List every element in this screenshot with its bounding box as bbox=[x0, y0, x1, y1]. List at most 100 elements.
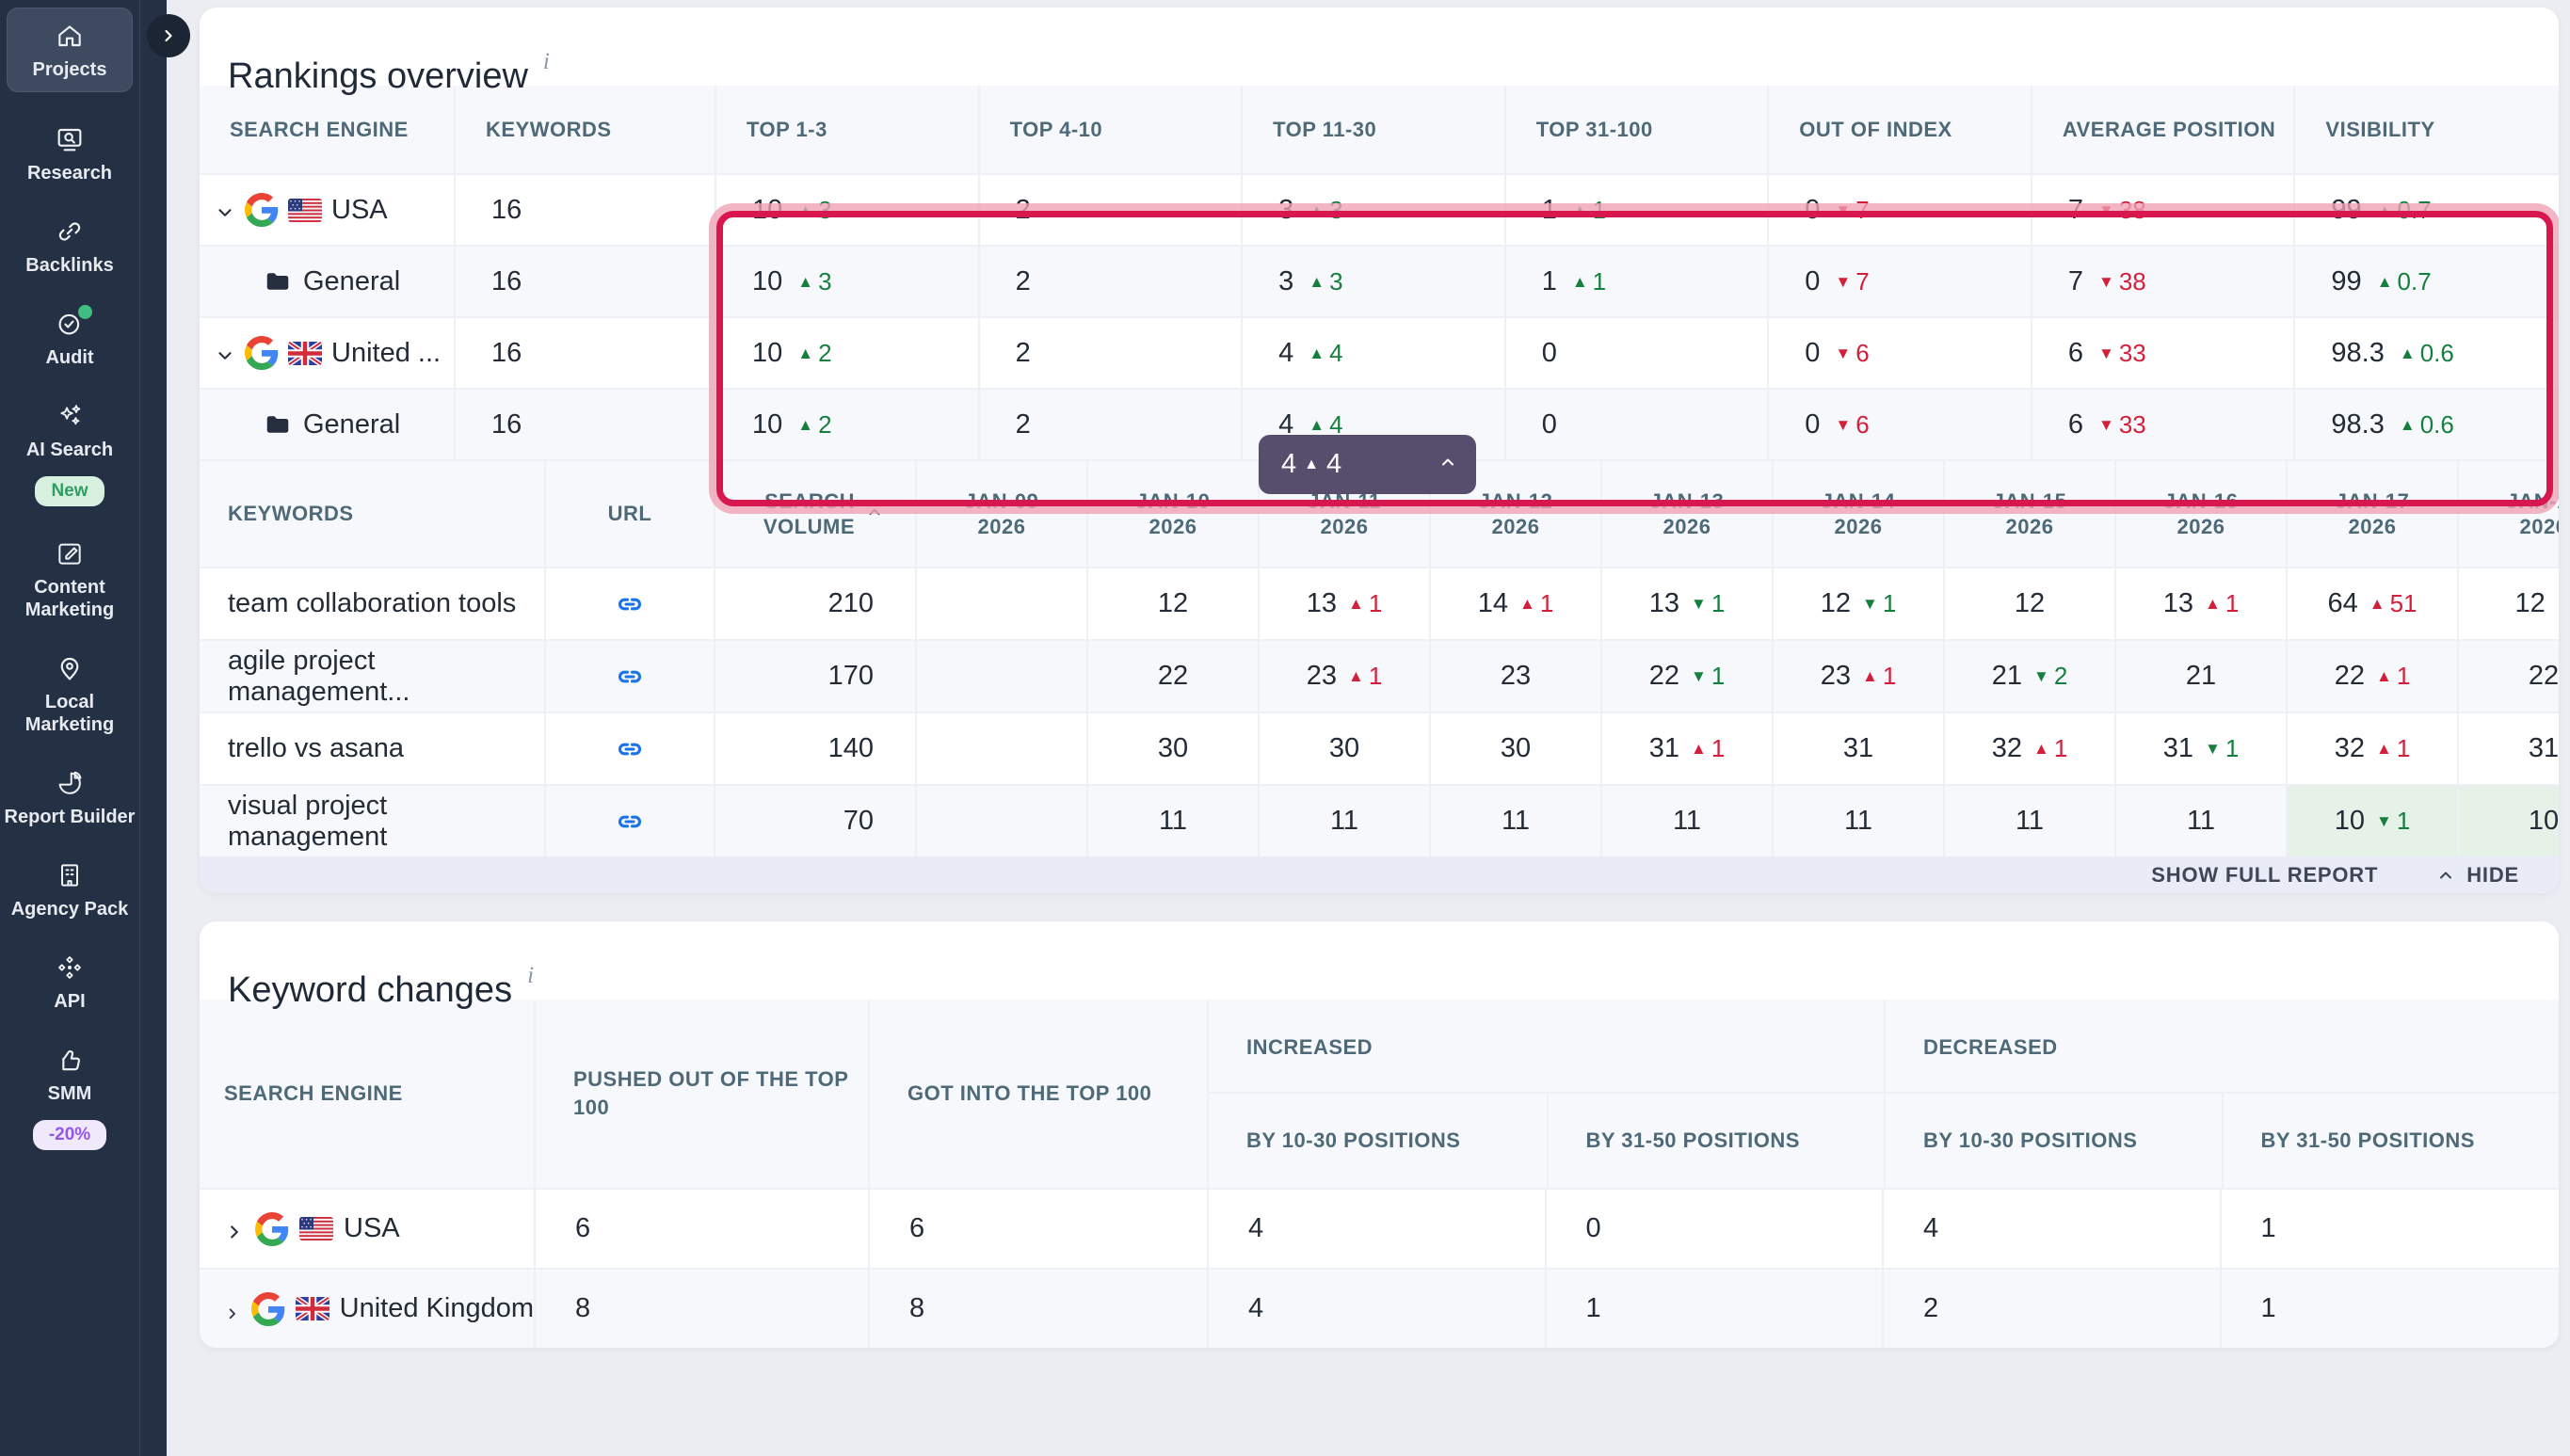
value-cell: 6▼33 bbox=[2032, 318, 2296, 388]
sidebar-item-projects[interactable]: Projects bbox=[7, 8, 133, 92]
keyword-row[interactable]: agile project management...1702223▲12322… bbox=[200, 639, 2559, 712]
chevron-down-icon[interactable] bbox=[215, 343, 235, 363]
keyword-name: team collaboration tools bbox=[228, 588, 516, 619]
sub-column-header: BY 31-50 POSITIONS bbox=[1547, 1094, 1885, 1188]
info-icon[interactable]: i bbox=[527, 963, 534, 988]
position-cell: 11 bbox=[1774, 786, 1945, 856]
changes-value-cell: 8 bbox=[870, 1270, 1209, 1348]
sidebar-item-label: Agency Pack bbox=[11, 898, 129, 920]
cell-value: 7 bbox=[2068, 266, 2083, 297]
show-full-report-button[interactable]: SHOW FULL REPORT bbox=[2145, 862, 2384, 888]
rankings-row[interactable]: General1610▲323▲31▲10▼77▼3899▲0.7 bbox=[200, 245, 2559, 316]
google-icon bbox=[255, 1212, 289, 1246]
cell-value: 10 bbox=[752, 338, 782, 369]
cell-value: 23 bbox=[1821, 661, 1851, 692]
search-engine-label: United Kingdom bbox=[340, 1293, 534, 1324]
cell-value: 140 bbox=[828, 733, 874, 764]
triangle-up-icon: ▲ bbox=[1348, 668, 1364, 684]
cell-value: 10 bbox=[2529, 806, 2559, 837]
position-delta: ▲3 bbox=[1309, 267, 1342, 296]
chevron-right-icon[interactable] bbox=[224, 1219, 245, 1240]
position-cell: 11 bbox=[1602, 786, 1774, 856]
link-icon[interactable] bbox=[614, 661, 646, 693]
search-volume-column-header[interactable]: SEARCHVOLUME bbox=[715, 461, 917, 567]
info-icon[interactable]: i bbox=[543, 49, 550, 74]
sidebar-item-label: Content Marketing bbox=[4, 576, 136, 621]
hide-button[interactable]: HIDE bbox=[2431, 862, 2525, 888]
triangle-down-icon: ▼ bbox=[2557, 596, 2559, 612]
position-delta: ▲2 bbox=[797, 410, 831, 440]
position-change-popup[interactable]: 4▲4 bbox=[1259, 435, 1476, 494]
delta-value: 1 bbox=[2054, 734, 2067, 763]
sidebar-item-api[interactable]: API bbox=[4, 952, 136, 1013]
cell-value: 98.3 bbox=[2331, 338, 2384, 369]
sidebar-item-content-marketing[interactable]: Content Marketing bbox=[4, 538, 136, 621]
delta-value: 1 bbox=[2225, 589, 2239, 618]
sidebar-item-backlinks[interactable]: Backlinks bbox=[4, 216, 136, 277]
keyword-name-cell: visual project management bbox=[200, 786, 546, 856]
value-cell: 2 bbox=[980, 175, 1244, 245]
keywords-table: KEYWORDSURLSEARCHVOLUMEJAN-092026JAN-102… bbox=[200, 459, 2559, 856]
keyword-changes-row[interactable]: USA664041 bbox=[200, 1188, 2559, 1268]
link-icon[interactable] bbox=[614, 588, 646, 620]
delta-value: 0.7 bbox=[2398, 196, 2432, 225]
main-content: Rankings overviewi SEARCH ENGINEKEYWORDS… bbox=[200, 8, 2559, 1348]
delta-value: 0.7 bbox=[2398, 267, 2432, 296]
position-cell: 31 bbox=[2459, 713, 2559, 784]
sidebar-item-local-marketing[interactable]: Local Marketing bbox=[4, 653, 136, 736]
chevron-down-icon[interactable] bbox=[215, 200, 235, 220]
triangle-up-icon: ▲ bbox=[1691, 741, 1707, 757]
link-icon[interactable] bbox=[614, 733, 646, 765]
keyword-row[interactable]: visual project management701111111111111… bbox=[200, 784, 2559, 856]
position-delta: ▼1 bbox=[1862, 589, 1896, 618]
cell-value: 22 bbox=[1649, 661, 1679, 692]
sidebar-item-ai-search[interactable]: AI SearchNew bbox=[4, 401, 136, 506]
cell-value: 13 bbox=[1307, 588, 1337, 619]
position-delta: ▲1 bbox=[1519, 589, 1553, 618]
sidebar-item-report-builder[interactable]: Report Builder bbox=[4, 768, 136, 828]
cell-value: 32 bbox=[1992, 733, 2022, 764]
api-icon bbox=[55, 952, 85, 983]
position-cell: 11 bbox=[2116, 786, 2288, 856]
cell-value: 0 bbox=[1542, 338, 1557, 369]
triangle-down-icon: ▼ bbox=[1835, 417, 1851, 433]
cell-value: 21 bbox=[2186, 661, 2216, 692]
keyword-row[interactable]: team collaboration tools2101213▲114▲113▼… bbox=[200, 567, 2559, 639]
chevron-right-icon[interactable] bbox=[224, 1299, 241, 1320]
sidebar-item-label: Audit bbox=[45, 346, 93, 369]
cell-value: 4 bbox=[1248, 1213, 1263, 1244]
link-icon[interactable] bbox=[614, 806, 646, 838]
chevron-up-icon[interactable] bbox=[1438, 453, 1457, 476]
cell-value: 11 bbox=[1844, 806, 1872, 837]
value-cell: 10▲2 bbox=[716, 318, 980, 388]
triangle-down-icon: ▼ bbox=[2098, 274, 2114, 290]
search-volume-cell: 170 bbox=[715, 641, 917, 712]
position-cell: 10▼1 bbox=[2288, 786, 2459, 856]
position-cell: 12 bbox=[1088, 568, 1260, 639]
cell-value: 12 bbox=[2514, 588, 2545, 619]
sidebar-item-smm[interactable]: SMM-20% bbox=[4, 1045, 136, 1150]
triangle-up-icon: ▲ bbox=[1348, 596, 1364, 612]
rankings-row[interactable]: USA1610▲323▲31▲10▼77▼3899▲0.7 bbox=[200, 173, 2559, 245]
search-engine-label: United ... bbox=[331, 338, 441, 369]
delta-value: 1 bbox=[2225, 734, 2239, 763]
cell-value: 0 bbox=[1805, 338, 1820, 369]
us-flag-icon bbox=[299, 1217, 333, 1240]
value-cell: 2 bbox=[980, 318, 1244, 388]
position-cell: 30 bbox=[1088, 713, 1260, 784]
value-cell: 7▼38 bbox=[2032, 247, 2296, 316]
folder-label: General bbox=[303, 266, 400, 297]
cell-value: 12 bbox=[1158, 588, 1188, 619]
sidebar-item-audit[interactable]: Audit bbox=[4, 309, 136, 369]
rankings-row[interactable]: United ...1610▲224▲400▼66▼3398.3▲0.6 bbox=[200, 316, 2559, 388]
delta-value: 33 bbox=[2119, 410, 2146, 440]
sidebar-item-agency-pack[interactable]: Agency Pack bbox=[4, 860, 136, 920]
keyword-changes-row[interactable]: United Kingdom884121 bbox=[200, 1268, 2559, 1348]
cell-value: 2 bbox=[1016, 195, 1031, 226]
cell-value: 16 bbox=[491, 195, 522, 226]
sidebar-item-research[interactable]: Research bbox=[4, 124, 136, 184]
position-cell: 13▲1 bbox=[1260, 568, 1431, 639]
sidebar-expand-button[interactable] bbox=[147, 14, 190, 57]
keyword-row[interactable]: trello vs asana14030303031▲13132▲131▼132… bbox=[200, 712, 2559, 784]
date-column-header: JAN-092026 bbox=[917, 461, 1088, 567]
